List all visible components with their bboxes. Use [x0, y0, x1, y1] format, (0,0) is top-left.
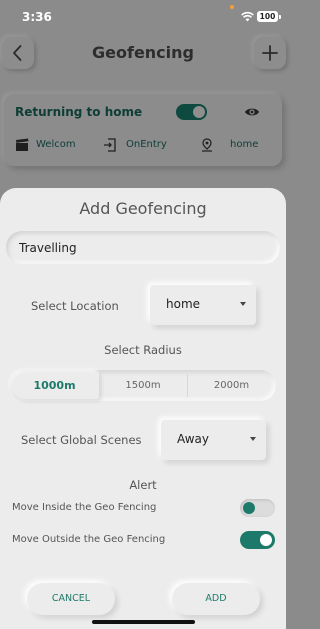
geofence-scene: Welcom	[36, 139, 76, 150]
home-indicator[interactable]	[92, 620, 195, 624]
location-select[interactable]: home	[150, 285, 256, 325]
geofence-location: home	[230, 139, 259, 150]
plus-icon	[262, 45, 278, 61]
status-time: 3:36	[22, 10, 52, 24]
caret-down-icon	[240, 302, 246, 306]
toggle-knob	[260, 534, 272, 546]
add-geofence-button[interactable]	[254, 37, 286, 69]
alert-outside-label: Move Outside the Geo Fencing	[12, 534, 166, 545]
clapperboard-icon	[16, 138, 29, 151]
geofence-name-input[interactable]	[6, 231, 280, 264]
caret-down-icon	[250, 437, 256, 441]
radius-option-1000[interactable]: 1000m	[10, 370, 99, 401]
battery-icon: 100	[257, 11, 281, 22]
page-title: Geofencing	[92, 43, 194, 62]
location-pin-icon	[202, 138, 212, 152]
select-global-scenes-label: Select Global Scenes	[21, 433, 142, 447]
geofence-card[interactable]: Returning to home Welcom OnEntry home	[4, 94, 282, 166]
privacy-indicator-dot	[230, 5, 234, 9]
entry-door-icon	[104, 138, 116, 152]
radius-segmented-control: 1000m 1500m 2000m	[10, 370, 276, 401]
global-scene-select-value: Away	[177, 432, 209, 446]
radius-option-2000[interactable]: 2000m	[187, 370, 276, 401]
eye-icon[interactable]	[244, 104, 260, 120]
geofence-enable-toggle[interactable]	[176, 104, 207, 120]
cancel-button[interactable]: CANCEL	[27, 583, 115, 615]
sheet-title: Add Geofencing	[79, 199, 207, 218]
wifi-icon	[241, 11, 254, 22]
alert-inside-toggle[interactable]	[240, 499, 275, 517]
global-scene-select[interactable]: Away	[161, 420, 266, 460]
alert-section-label: Alert	[129, 478, 157, 492]
alert-inside-label: Move Inside the Geo Fencing	[12, 502, 157, 513]
add-button[interactable]: ADD	[172, 583, 260, 615]
location-select-value: home	[166, 297, 201, 311]
page-header: Geofencing	[0, 34, 286, 74]
status-bar: 3:36 100	[0, 0, 286, 34]
geofence-trigger: OnEntry	[126, 139, 167, 150]
toggle-knob	[243, 502, 255, 514]
radius-option-1500[interactable]: 1500m	[99, 370, 187, 401]
select-location-label: Select Location	[31, 299, 119, 313]
alert-outside-toggle[interactable]	[240, 531, 275, 549]
add-geofencing-sheet: Add Geofencing Select Location home Sele…	[0, 188, 286, 629]
select-radius-label: Select Radius	[104, 343, 182, 357]
geofence-name: Returning to home	[15, 105, 143, 119]
